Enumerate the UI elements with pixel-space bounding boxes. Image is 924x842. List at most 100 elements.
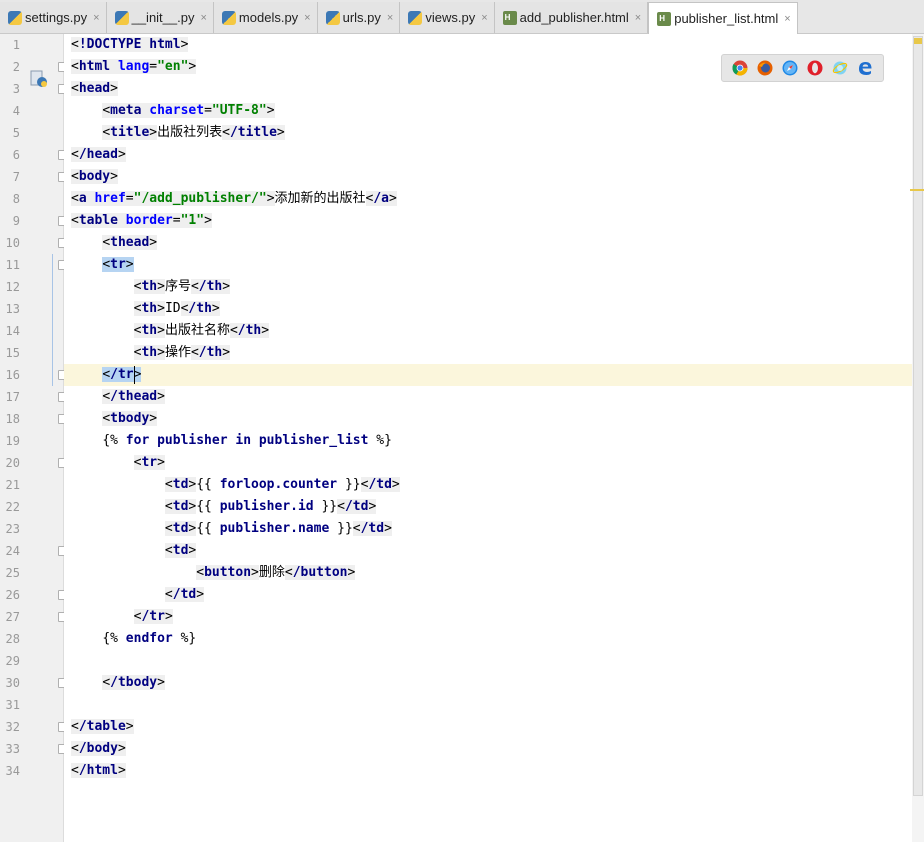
line-number: 7 — [12, 170, 20, 184]
tab-add-publisher-html[interactable]: add_publisher.html × — [494, 2, 649, 33]
tab-label: publisher_list.html — [674, 11, 779, 26]
line-number: 11 — [5, 258, 20, 272]
code-line[interactable]: </tr> — [64, 364, 919, 386]
line-number: 10 — [5, 236, 20, 250]
ie-icon[interactable] — [832, 60, 848, 76]
python-file-icon — [221, 10, 236, 25]
code-line[interactable]: <title>出版社列表</title> — [64, 122, 919, 144]
inspection-marker[interactable] — [914, 38, 922, 44]
tab-models-py[interactable]: models.py × — [213, 2, 318, 33]
code-line[interactable]: <th>序号</th> — [64, 276, 919, 298]
html-file-icon — [657, 11, 672, 26]
scope-indicator — [52, 254, 53, 386]
code-line[interactable]: <th>出版社名称</th> — [64, 320, 919, 342]
code-line[interactable] — [64, 650, 919, 672]
code-line[interactable]: <tbody> — [64, 408, 919, 430]
code-line[interactable]: </tbody> — [64, 672, 919, 694]
code-line[interactable]: </body> — [64, 738, 919, 760]
line-number: 13 — [5, 302, 20, 316]
line-number: 4 — [12, 104, 20, 118]
firefox-icon[interactable] — [757, 60, 773, 76]
close-icon[interactable]: × — [784, 13, 790, 25]
line-number: 12 — [5, 280, 20, 294]
line-number: 17 — [5, 390, 20, 404]
line-number: 24 — [5, 544, 20, 558]
line-number-gutter: 1 2 3 4 5 6 7 8 9 10 11 12 13 14 15 16 17 18 19 20 21 22 23 24 2… — [0, 34, 68, 842]
close-icon[interactable]: × — [93, 12, 99, 24]
code-line[interactable]: </tr> — [64, 606, 919, 628]
code-line[interactable]: {% for publisher in publisher_list %} — [64, 430, 919, 452]
tab-label: settings.py — [25, 10, 88, 25]
code-line[interactable]: <td>{{ publisher.name }}</td> — [64, 518, 919, 540]
tab-publisher-list-html[interactable]: publisher_list.html × — [648, 2, 798, 34]
python-file-icon — [114, 10, 129, 25]
line-number: 8 — [12, 192, 20, 206]
close-icon[interactable]: × — [481, 12, 487, 24]
code-line[interactable]: </head> — [64, 144, 919, 166]
line-number: 23 — [5, 522, 20, 536]
line-number: 30 — [5, 676, 20, 690]
tab-label: urls.py — [342, 10, 381, 25]
line-number: 32 — [5, 720, 20, 734]
line-number: 31 — [5, 698, 20, 712]
line-number: 21 — [5, 478, 20, 492]
code-line[interactable]: <meta charset="UTF-8"> — [64, 100, 919, 122]
code-line[interactable]: <button>删除</button> — [64, 562, 919, 584]
scrollbar-thumb[interactable] — [913, 36, 923, 796]
line-number: 25 — [5, 566, 20, 580]
code-line[interactable]: <tr> — [64, 452, 919, 474]
tab-label: __init__.py — [131, 10, 195, 25]
code-line[interactable]: </html> — [64, 760, 919, 782]
editor-tab-bar: settings.py × __init__.py × models.py × urls.p… — [0, 0, 924, 34]
line-number: 26 — [5, 588, 20, 602]
tab-label: add_publisher.html — [519, 10, 629, 25]
code-line[interactable]: <table border="1"> — [64, 210, 919, 232]
line-number: 5 — [12, 126, 20, 140]
line-number: 16 — [5, 368, 20, 382]
python-file-icon — [325, 10, 340, 25]
code-line[interactable]: {% endfor %} — [64, 628, 919, 650]
code-line[interactable]: <th>ID</th> — [64, 298, 919, 320]
text-caret — [134, 366, 136, 384]
code-line[interactable] — [64, 694, 919, 716]
code-line[interactable]: </thead> — [64, 386, 919, 408]
line-number: 2 — [12, 60, 20, 74]
code-line[interactable]: <thead> — [64, 232, 919, 254]
code-line[interactable]: </td> — [64, 584, 919, 606]
code-line[interactable]: </table> — [64, 716, 919, 738]
line-number: 22 — [5, 500, 20, 514]
close-icon[interactable]: × — [387, 12, 393, 24]
line-number: 34 — [5, 764, 20, 778]
tab-views-py[interactable]: views.py × — [400, 2, 495, 33]
code-line[interactable]: <tr> — [64, 254, 919, 276]
close-icon[interactable]: × — [200, 12, 206, 24]
tab-label: views.py — [425, 10, 476, 25]
tab-settings-py[interactable]: settings.py × — [0, 2, 107, 33]
code-editor[interactable]: <!DOCTYPE html> <html lang="en"> <head> <m… — [64, 34, 919, 842]
code-line[interactable]: <td>{{ forloop.counter }}</td> — [64, 474, 919, 496]
close-icon[interactable]: × — [304, 12, 310, 24]
tab-init-py[interactable]: __init__.py × — [106, 2, 214, 33]
caret-position-marker[interactable] — [910, 189, 924, 191]
edge-icon[interactable] — [857, 60, 873, 76]
code-line[interactable]: <td>{{ publisher.id }}</td> — [64, 496, 919, 518]
line-number: 27 — [5, 610, 20, 624]
line-number: 33 — [5, 742, 20, 756]
python-file-icon — [408, 10, 423, 25]
python-file-icon — [30, 70, 47, 87]
safari-icon[interactable] — [782, 60, 798, 76]
code-line[interactable]: <th>操作</th> — [64, 342, 919, 364]
line-number: 20 — [5, 456, 20, 470]
close-icon[interactable]: × — [635, 12, 641, 24]
line-number: 15 — [5, 346, 20, 360]
tab-urls-py[interactable]: urls.py × — [317, 2, 401, 33]
line-number: 29 — [5, 654, 20, 668]
line-number: 14 — [5, 324, 20, 338]
opera-icon[interactable] — [807, 60, 823, 76]
chrome-icon[interactable] — [732, 60, 748, 76]
code-line[interactable]: <td> — [64, 540, 919, 562]
code-line[interactable]: <!DOCTYPE html> — [64, 34, 919, 56]
code-line[interactable]: <a href="/add_publisher/">添加新的出版社</a> — [64, 188, 919, 210]
line-number: 28 — [5, 632, 20, 646]
code-line[interactable]: <body> — [64, 166, 919, 188]
